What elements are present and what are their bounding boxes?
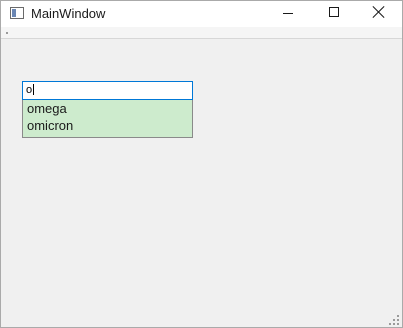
title-bar[interactable]: MainWindow: [1, 1, 402, 27]
search-input[interactable]: o: [22, 81, 193, 100]
close-icon: [372, 5, 386, 19]
completer-item[interactable]: omega: [27, 101, 67, 116]
window-title: MainWindow: [31, 6, 106, 21]
text-caret: [33, 84, 35, 95]
menu-grip-icon: [6, 32, 8, 34]
app-icon: [10, 7, 24, 19]
close-button[interactable]: [356, 1, 402, 27]
main-window: MainWindow o omega omicron: [0, 0, 403, 328]
maximize-button[interactable]: [311, 1, 357, 27]
completer-item[interactable]: omicron: [27, 118, 73, 133]
menu-bar: [1, 27, 402, 39]
minimize-icon: [283, 13, 293, 14]
search-input-value: o: [26, 84, 33, 96]
minimize-button[interactable]: [265, 1, 311, 27]
completer-popup: omega omicron: [22, 100, 193, 138]
maximize-icon: [329, 7, 339, 17]
size-grip-icon[interactable]: [389, 315, 399, 325]
